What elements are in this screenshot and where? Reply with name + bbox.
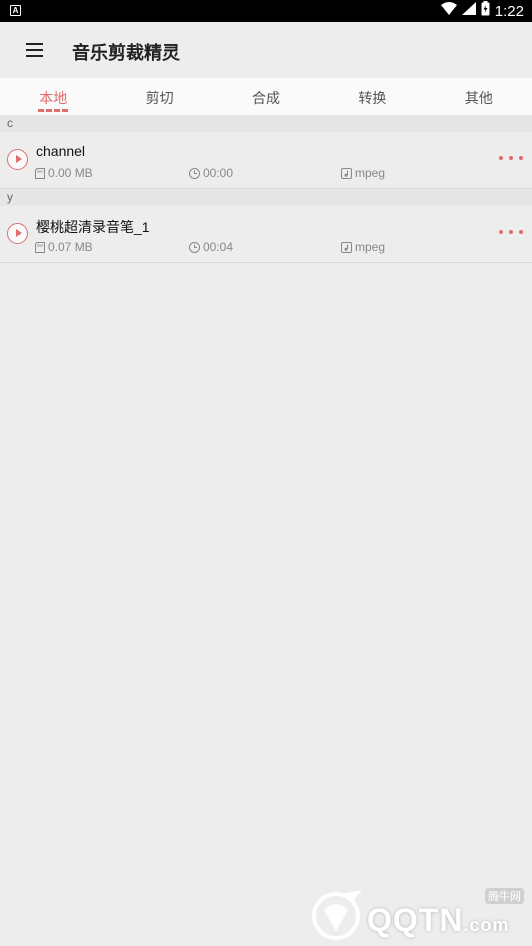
file-size: 0.00 MB (35, 166, 93, 180)
status-icons: 1:22 (440, 0, 524, 22)
watermark-brand: QQTN (367, 902, 464, 938)
section-header-y: y (0, 189, 532, 206)
notification-icon: A (10, 5, 21, 16)
file-format: mpeg (341, 166, 385, 180)
duration-value: 00:00 (203, 166, 234, 180)
tab-label: 本地 (39, 90, 68, 106)
tab-label: 合成 (252, 90, 281, 106)
tab-merge[interactable]: 合成 (213, 78, 319, 115)
sd-card-icon (35, 167, 45, 179)
file-size: 0.07 MB (35, 240, 93, 254)
watermark-suffix: .com (463, 915, 510, 935)
status-time: 1:22 (494, 2, 524, 20)
tab-bar: 本地 剪切 合成 转换 其他 (0, 78, 532, 115)
duration-value: 00:04 (203, 240, 234, 254)
size-value: 0.07 MB (48, 240, 93, 254)
list-item[interactable]: channel 0.00 MB 00:00 mpeg (0, 132, 532, 189)
watermark: QQTN.com 腾牛网 (312, 888, 524, 940)
tab-cut[interactable]: 剪切 (106, 78, 212, 115)
file-name: 樱桃超清录音笔_1 (36, 219, 150, 235)
play-button[interactable] (7, 149, 28, 170)
menu-icon[interactable] (22, 39, 48, 61)
tab-indicator (38, 109, 69, 112)
watermark-badge: 腾牛网 (485, 888, 524, 904)
app-title: 音乐剪裁精灵 (72, 43, 180, 63)
music-file-icon (341, 167, 352, 179)
more-options-icon[interactable] (498, 154, 524, 164)
battery-icon (481, 1, 490, 21)
wifi-icon (440, 2, 457, 20)
section-header-c: c (0, 115, 532, 132)
music-file-icon (341, 241, 352, 253)
file-name: channel (36, 143, 86, 159)
tab-other[interactable]: 其他 (426, 78, 532, 115)
watermark-logo-icon (312, 890, 362, 940)
list-item[interactable]: 樱桃超清录音笔_1 0.07 MB 00:04 mpeg (0, 206, 532, 263)
file-duration: 00:04 (189, 240, 233, 254)
tab-label: 其他 (464, 90, 493, 106)
more-options-icon[interactable] (498, 228, 524, 238)
clock-icon (189, 167, 200, 179)
app-bar: 音乐剪裁精灵 (0, 22, 532, 78)
sd-card-icon (35, 241, 45, 253)
format-value: mpeg (355, 166, 386, 180)
clock-icon (189, 241, 200, 253)
tab-convert[interactable]: 转换 (319, 78, 425, 115)
play-button[interactable] (7, 223, 28, 244)
watermark-text: QQTN.com (367, 902, 509, 939)
file-format: mpeg (341, 240, 385, 254)
file-duration: 00:00 (189, 166, 233, 180)
tab-label: 剪切 (145, 90, 174, 106)
signal-icon (461, 2, 476, 20)
tab-local[interactable]: 本地 (0, 78, 106, 115)
tab-label: 转换 (358, 90, 387, 106)
status-bar: A 1:22 (0, 0, 532, 22)
format-value: mpeg (355, 240, 386, 254)
size-value: 0.00 MB (48, 166, 93, 180)
